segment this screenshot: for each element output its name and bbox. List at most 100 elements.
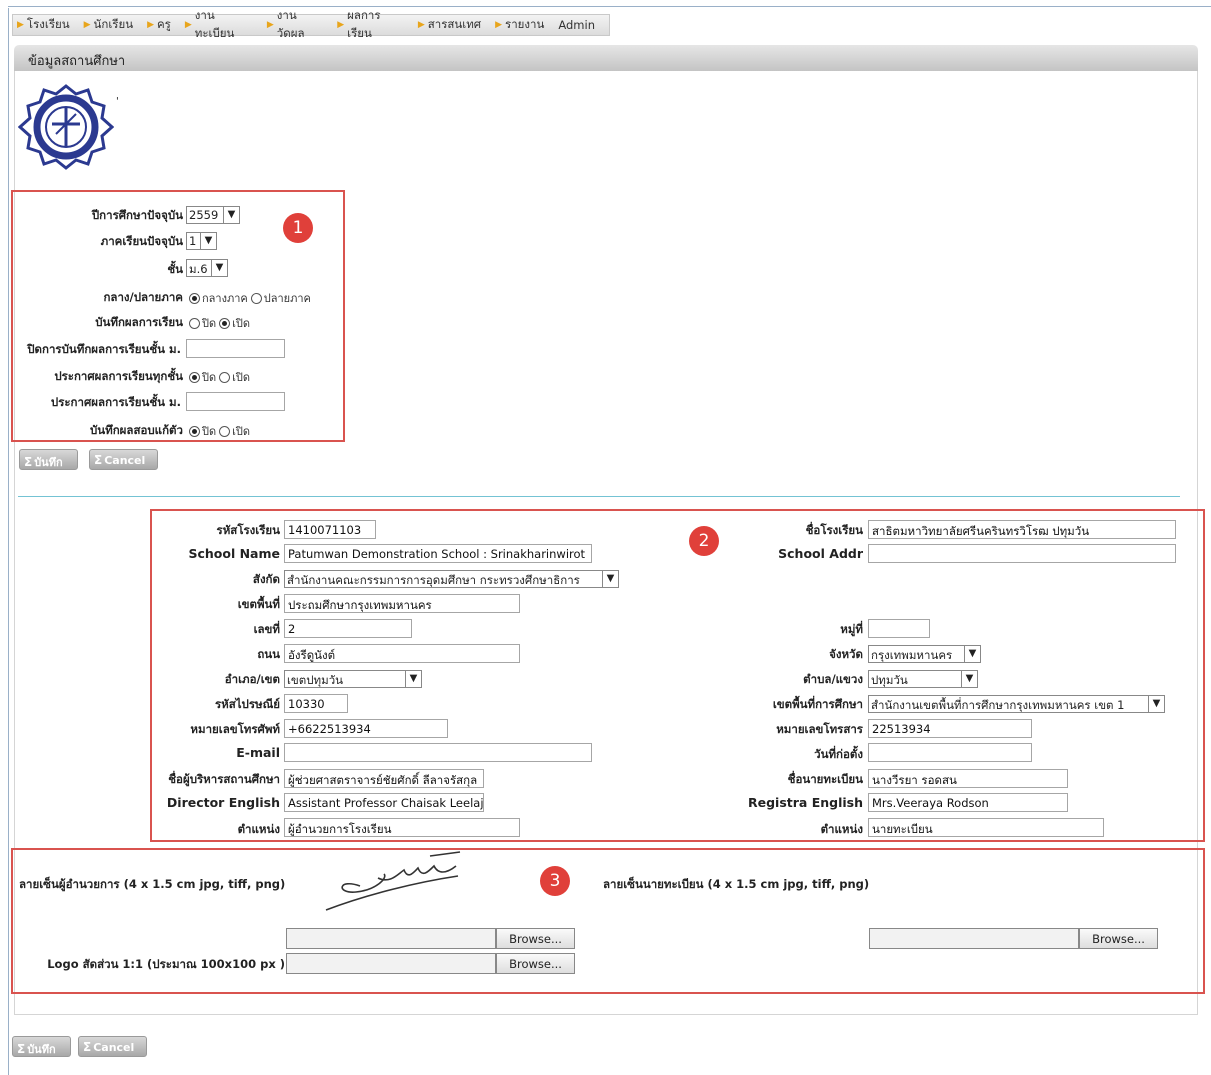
registrar-position-label: ตำแหน่ง (820, 822, 863, 836)
number-input[interactable]: 2 (284, 619, 412, 638)
arrow-icon: ▶ (83, 20, 91, 30)
nav-measurement[interactable]: ▶ งานวัดผล (267, 7, 323, 43)
nav-school[interactable]: ▶ โรงเรียน (17, 16, 70, 34)
record-on-radio[interactable] (219, 317, 231, 329)
sigma-icon: Σ (83, 1040, 92, 1054)
arrow-icon: ▶ (495, 20, 503, 30)
announce-level-input[interactable] (186, 392, 285, 411)
record-radio-group: ปิด เปิด (186, 314, 250, 332)
chevron-down-icon: ▼ (602, 571, 618, 587)
road-label: ถนน (257, 647, 280, 661)
page-title: ข้อมูลสถานศึกษา (14, 45, 1198, 71)
chevron-down-icon: ▼ (961, 671, 977, 687)
divider (18, 496, 1180, 497)
year-select[interactable]: 2559 ▼ (186, 206, 240, 224)
term-label: ภาคเรียนปัจจุบัน (100, 234, 183, 248)
number-label: เลขที่ (253, 622, 280, 636)
arrow-icon: ▶ (184, 20, 192, 30)
road-input[interactable]: อังรีดูนังต์ (284, 644, 520, 663)
school-name-th-input[interactable]: สาธิตมหาวิทยาลัยศรีนครินทรวิโรฒ ปทุมวัน (868, 520, 1176, 539)
nav-students[interactable]: ▶ นักเรียน (84, 16, 133, 34)
school-name-th-label: ชื่อโรงเรียน (805, 523, 863, 537)
cancel-button[interactable]: Σ Cancel (89, 449, 158, 470)
record-label: บันทึกผลการเรียน (95, 315, 183, 329)
director-signature-image (325, 851, 461, 911)
chevron-down-icon: ▼ (200, 233, 216, 249)
record-off-radio[interactable] (189, 317, 200, 329)
director-signature-file-field[interactable] (286, 928, 496, 949)
registrar-en-label: Registra English (748, 795, 863, 810)
school-name-en-label: School Name (188, 546, 280, 561)
remedial-off-radio[interactable] (189, 425, 200, 437)
school-code-label: รหัสโรงเรียน (216, 523, 280, 537)
arrow-icon: ▶ (17, 20, 24, 30)
registrar-input[interactable]: นางวีรยา รอดสน (868, 769, 1068, 788)
mid-radio[interactable] (189, 292, 200, 304)
phone-label: หมายเลขโทรศัพท์ (190, 722, 280, 736)
affiliation-label: สังกัด (252, 572, 280, 586)
nav-results[interactable]: ▶ ผลการเรียน (337, 7, 404, 43)
founded-label: วันที่ก่อตั้ง (814, 747, 863, 761)
cancel-button-bottom[interactable]: Σ Cancel (78, 1036, 147, 1057)
school-addr-input[interactable] (868, 544, 1176, 563)
school-logo (18, 84, 114, 170)
announce-all-on-radio[interactable] (219, 371, 231, 383)
logo-browse-button[interactable]: Browse... (496, 953, 575, 974)
fax-input[interactable]: 22513934 (868, 719, 1032, 738)
director-position-input[interactable]: ผู้อำนวยการโรงเรียน (284, 818, 520, 837)
final-radio[interactable] (250, 292, 262, 304)
phone-input[interactable]: +6622513934 (284, 719, 448, 738)
badge-1: 1 (283, 213, 313, 243)
nav-info[interactable]: ▶ สารสนเทศ (418, 16, 481, 34)
save-button-bottom[interactable]: Σ บันทึก (12, 1036, 71, 1057)
remedial-radio-group: ปิด เปิด (186, 422, 250, 440)
registrar-signature-file-field[interactable] (869, 928, 1079, 949)
announce-all-off-radio[interactable] (189, 371, 200, 383)
moo-label: หมู่ที่ (840, 622, 863, 636)
logo-file-field[interactable] (286, 953, 496, 974)
top-nav: ▶ โรงเรียน ▶ นักเรียน ▶ ครู ▶ งานทะเบียน ▶ งา… (12, 8, 610, 40)
affiliation-select[interactable]: สำนักงานคณะกรรมการการอุดมศึกษา กระทรวงศึ… (284, 570, 619, 588)
chevron-down-icon: ▼ (964, 646, 980, 662)
close-record-label: ปิดการบันทึกผลการเรียนชั้น ม. (27, 342, 181, 356)
save-button[interactable]: Σ บันทึก (19, 449, 78, 470)
nav-registration[interactable]: ▶ งานทะเบียน (185, 7, 253, 43)
email-input[interactable] (284, 743, 592, 762)
director-en-label: Director English (166, 795, 280, 810)
director-signature-label: ลายเซ็นผู้อำนวยการ (4 x 1.5 cm jpg, tiff… (19, 877, 286, 891)
nav-teachers[interactable]: ▶ ครู (147, 16, 171, 34)
director-input[interactable]: ผู้ช่วยศาสตราจารย์ชัยศักดิ์ ลีลาจรัสกุล (284, 769, 484, 788)
school-code-input[interactable]: 1410071103 (284, 520, 376, 539)
year-label: ปีการศึกษาปัจจุบัน (91, 208, 183, 222)
arrow-icon: ▶ (337, 20, 345, 30)
level-select[interactable]: ม.6 ▼ (186, 259, 228, 277)
postal-input[interactable]: 10330 (284, 694, 348, 713)
term-select[interactable]: 1 ▼ (186, 232, 217, 250)
close-record-input[interactable] (186, 339, 285, 358)
registrar-signature-browse-button[interactable]: Browse... (1079, 928, 1158, 949)
midfinal-radio-group: กลางภาค ปลายภาค (186, 289, 311, 307)
moo-input[interactable] (868, 619, 930, 638)
registrar-label: ชื่อนายทะเบียน (787, 772, 863, 786)
announce-all-radio-group: ปิด เปิด (186, 368, 250, 386)
founded-input[interactable] (868, 743, 1032, 762)
announce-all-label: ประกาศผลการเรียนทุกชั้น (54, 369, 183, 383)
remedial-on-radio[interactable] (219, 425, 231, 437)
registrar-en-input[interactable]: Mrs.Veeraya Rodson (868, 793, 1068, 812)
province-select[interactable]: กรุงเทพมหานคร ▼ (868, 645, 981, 663)
director-signature-browse-button[interactable]: Browse... (496, 928, 575, 949)
badge-3: 3 (540, 866, 570, 896)
school-name-en-input[interactable]: Patumwan Demonstration School : Srinakha… (284, 544, 592, 563)
chevron-down-icon: ▼ (1148, 696, 1164, 712)
logo-upload-label: Logo สัดส่วน 1:1 (ประมาณ 100x100 px ) (47, 957, 285, 971)
subdistrict-select[interactable]: ปทุมวัน ▼ (868, 670, 978, 688)
postal-label: รหัสไปรษณีย์ (214, 697, 280, 711)
area-input[interactable]: ประถมศึกษากรุงเทพมหานคร (284, 594, 520, 613)
director-en-input[interactable]: Assistant Professor Chaisak Leelajarassa… (284, 793, 484, 812)
area-label: เขตพื้นที่ (237, 597, 280, 611)
nav-admin[interactable]: Admin (558, 18, 595, 32)
nav-reports[interactable]: ▶ รายงาน (495, 16, 544, 34)
registrar-position-input[interactable]: นายทะเบียน (868, 818, 1104, 837)
edu-area-select[interactable]: สำนักงานเขตพื้นที่การศึกษากรุงเทพมหานคร … (868, 695, 1165, 713)
district-select[interactable]: เขตปทุมวัน ▼ (284, 670, 422, 688)
